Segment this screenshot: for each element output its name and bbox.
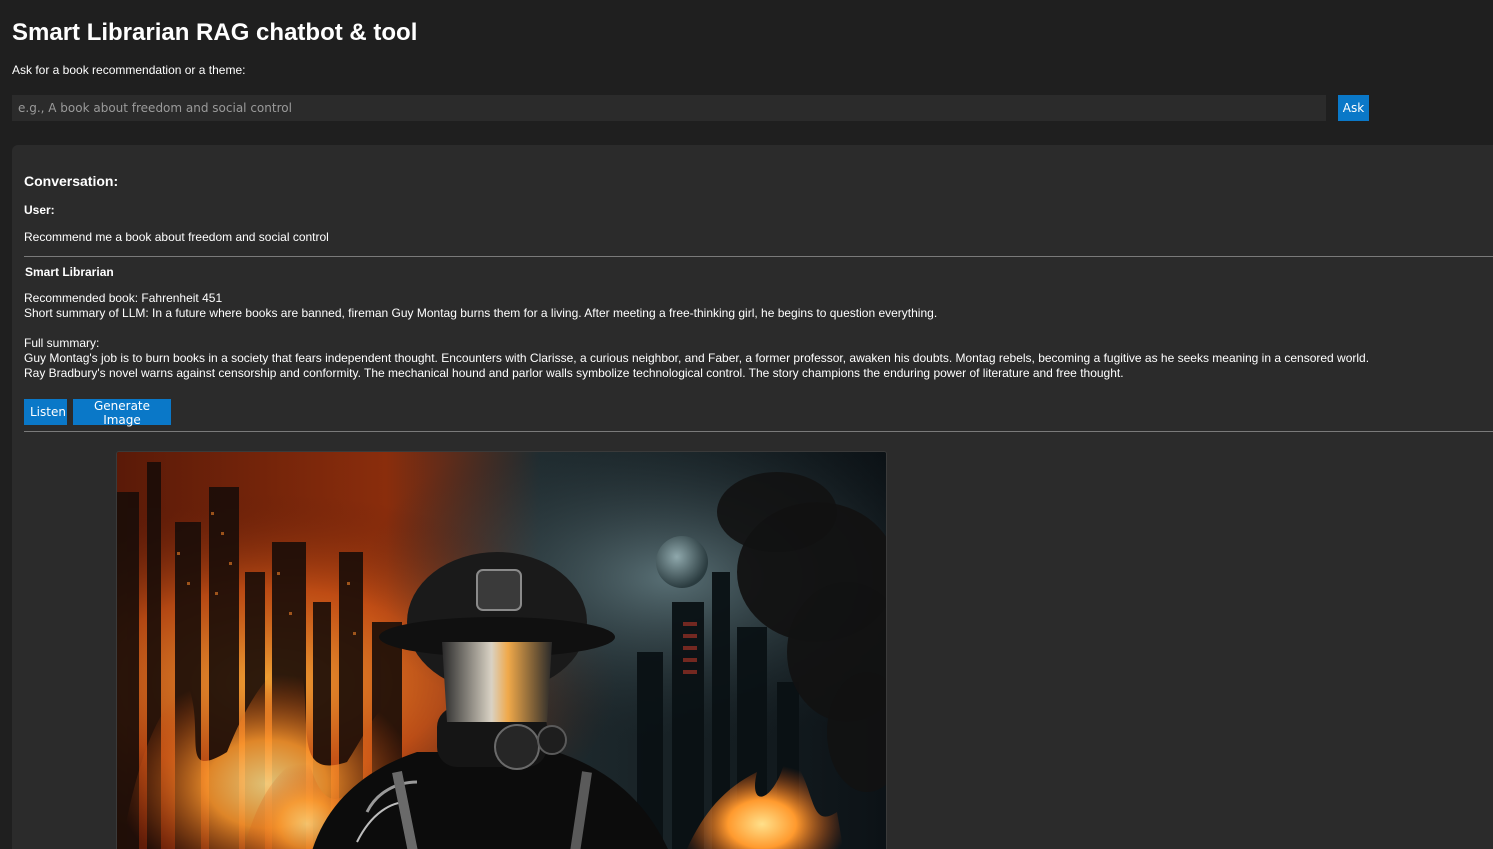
assistant-label: Smart Librarian: [25, 265, 114, 279]
user-label: User:: [24, 203, 55, 217]
message-divider: [24, 256, 1493, 257]
full-summary-label: Full summary:: [24, 336, 100, 350]
conversation-heading: Conversation:: [24, 173, 119, 189]
assistant-message: Recommended book: Fahrenheit 451 Short s…: [24, 291, 1464, 381]
conversation-panel: Conversation: User: Recommend me a book …: [12, 145, 1493, 849]
generated-image-illustration: [117, 452, 886, 849]
full-summary-line: Guy Montag's job is to burn books in a s…: [24, 351, 1370, 365]
listen-button[interactable]: Listen: [24, 399, 67, 425]
prompt-label: Ask for a book recommendation or a theme…: [12, 63, 246, 77]
short-summary-line: Short summary of LLM: In a future where …: [24, 306, 938, 320]
generate-image-button[interactable]: Generate Image: [73, 399, 171, 427]
message-divider: [24, 431, 1493, 432]
generated-image: [116, 451, 887, 849]
user-message: Recommend me a book about freedom and so…: [24, 230, 329, 244]
query-input[interactable]: [12, 95, 1326, 121]
full-summary-line: Ray Bradbury's novel warns against censo…: [24, 366, 1124, 380]
page-title: Smart Librarian RAG chatbot & tool: [12, 19, 418, 46]
app-page: Smart Librarian RAG chatbot & tool Ask f…: [0, 0, 1493, 849]
recommended-book-line: Recommended book: Fahrenheit 451: [24, 291, 223, 305]
ask-button[interactable]: Ask: [1338, 95, 1369, 121]
